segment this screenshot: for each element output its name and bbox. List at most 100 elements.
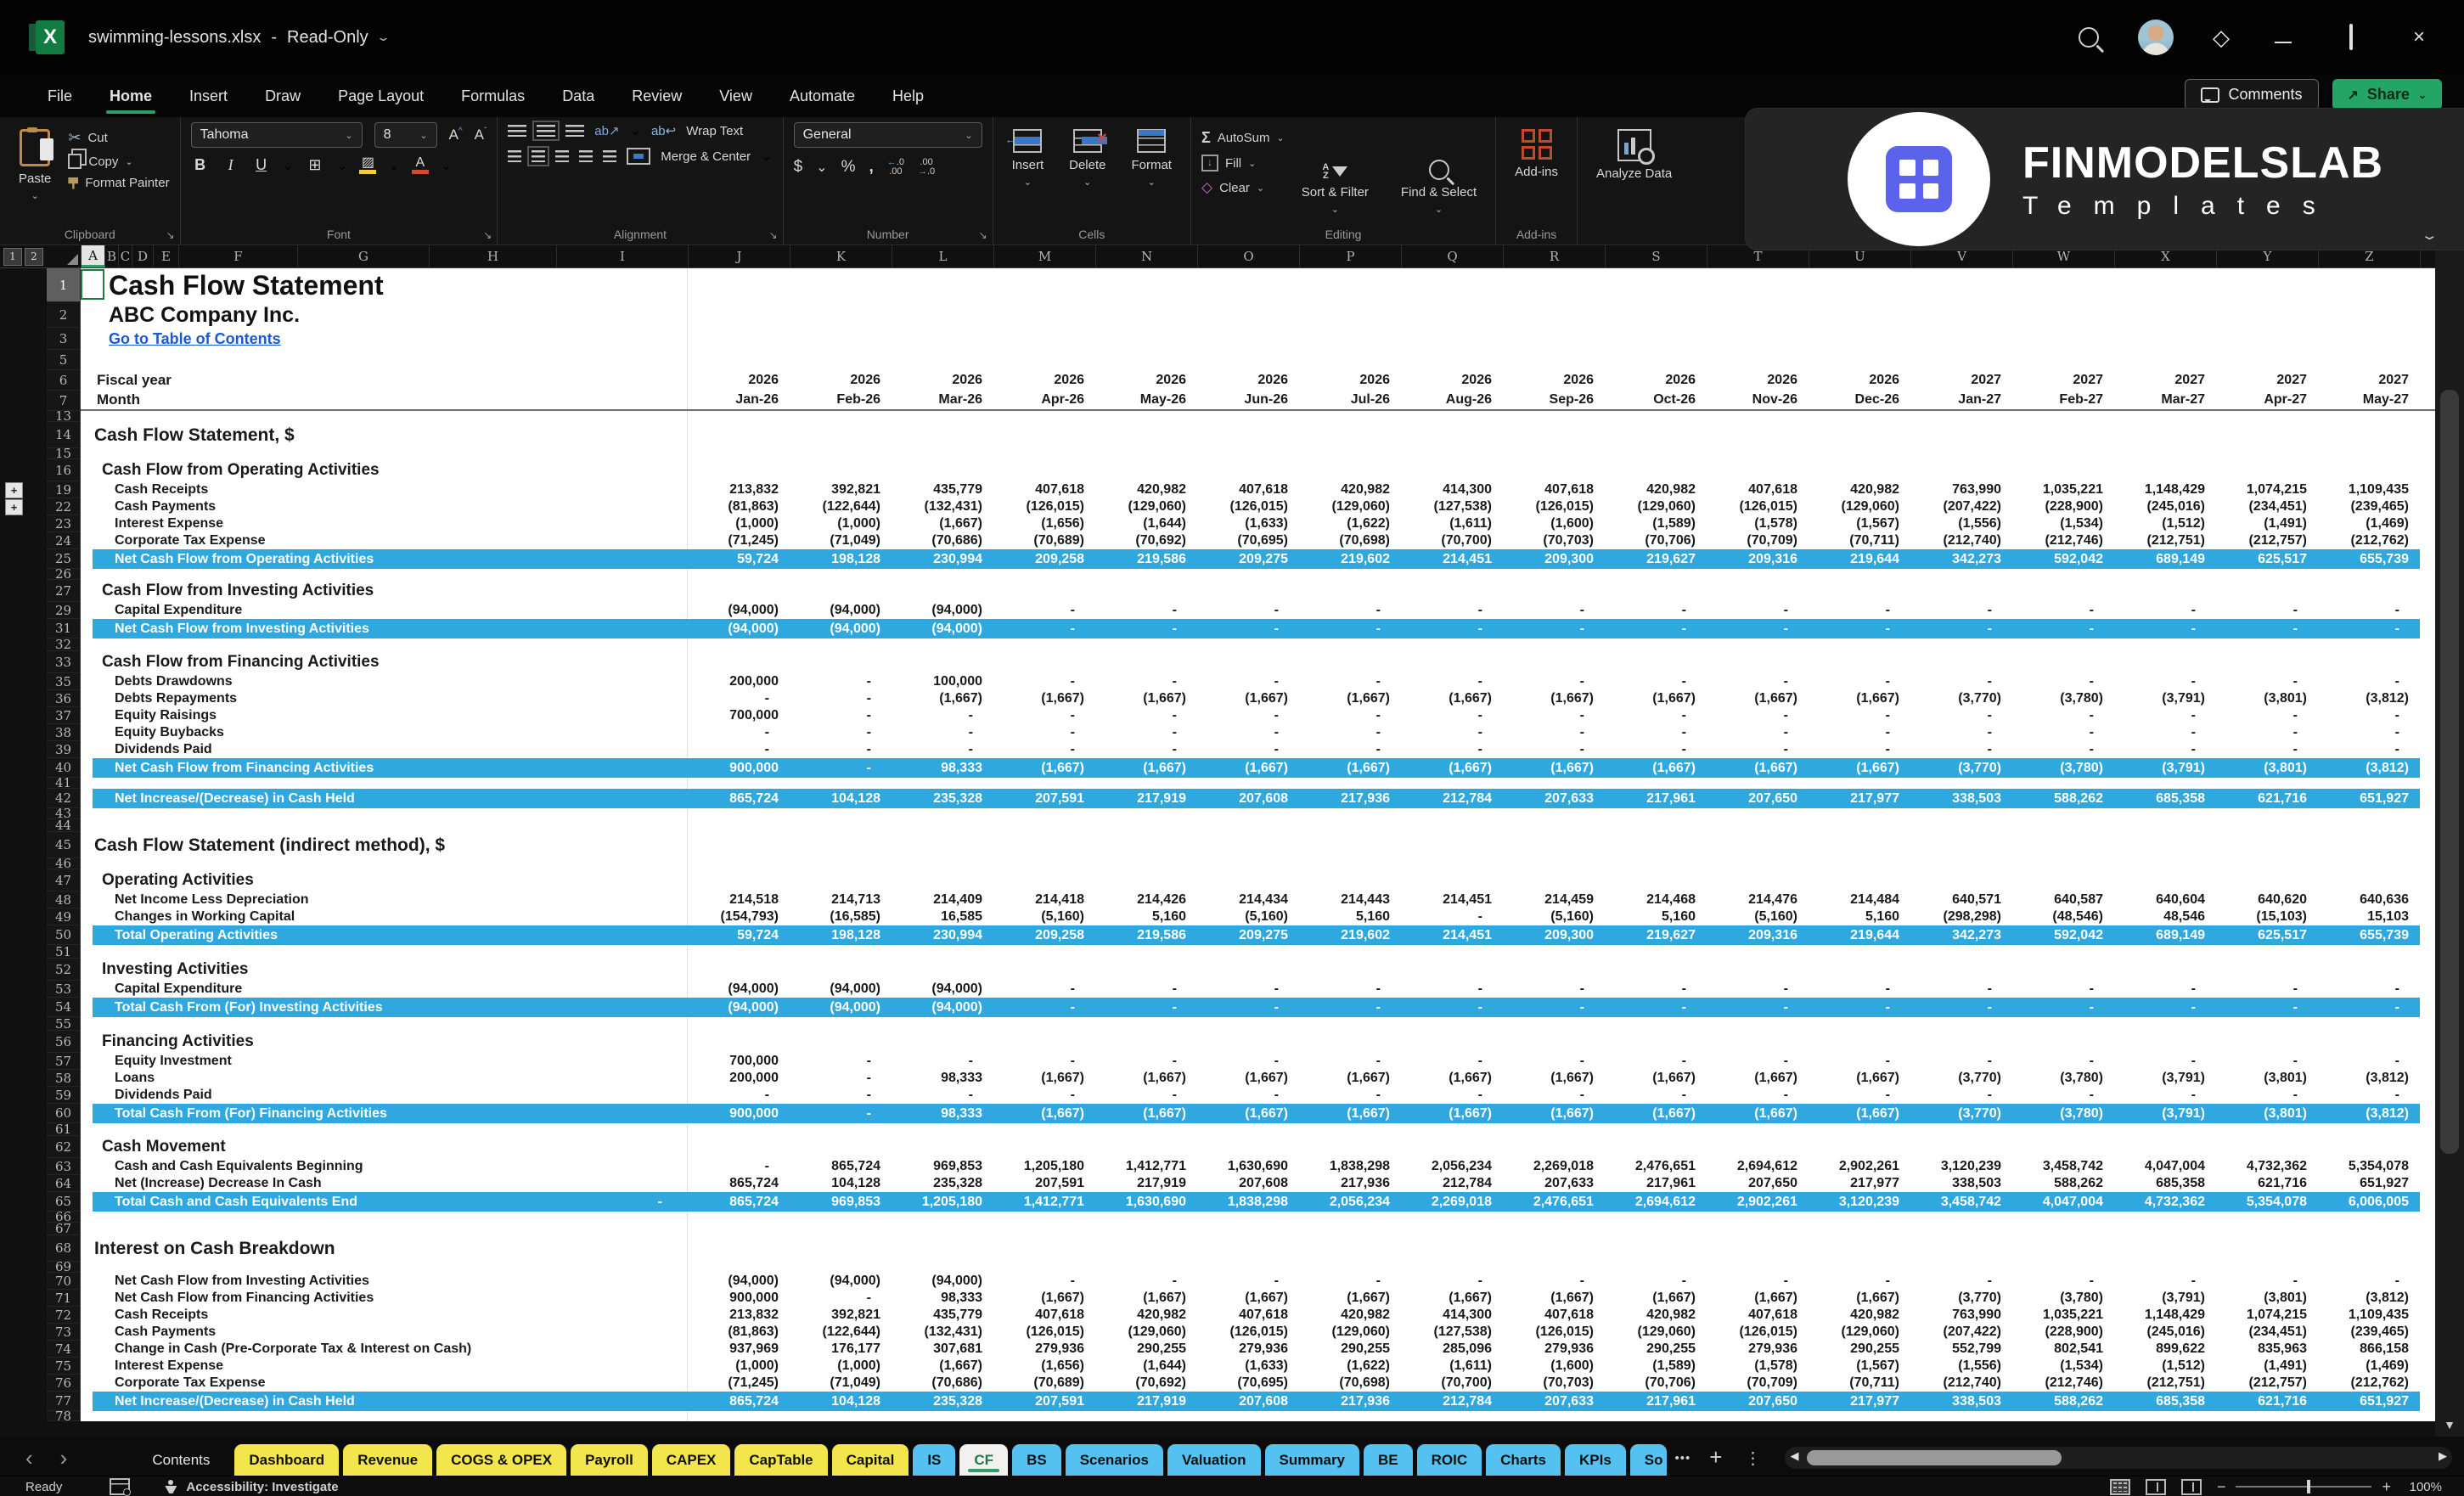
cell[interactable]: - [1197,1087,1299,1104]
sheet-tab-is[interactable]: IS [913,1444,955,1476]
cell[interactable]: 651,927 [2318,1392,2420,1411]
cell[interactable]: (1,644) [1095,1358,1197,1375]
cell[interactable]: 200,000 [688,673,790,690]
cell[interactable]: - [2114,981,2216,998]
cell[interactable]: 104,128 [790,1392,892,1411]
cell[interactable]: - [993,1087,1095,1104]
dialog-launcher-icon[interactable]: ↘ [769,229,778,241]
cell[interactable]: - [1503,1087,1605,1104]
cell[interactable]: 640,604 [2114,891,2216,908]
cell[interactable]: 217,936 [1299,789,1401,808]
cell[interactable]: - [790,1070,892,1087]
cell[interactable]: 685,358 [2114,789,2216,808]
accessibility-icon[interactable] [164,1480,177,1493]
scroll-right-icon[interactable]: ▶ [2439,1449,2447,1463]
row-header-73[interactable]: 73 [47,1324,81,1341]
cell[interactable]: (3,812) [2318,1070,2420,1087]
horizontal-scrollbar[interactable]: ◀ ▶ [1785,1447,2452,1469]
cell[interactable]: 214,451 [1401,549,1503,569]
cell[interactable]: - [1605,998,1707,1017]
row-header-71[interactable]: 71 [47,1290,81,1307]
cell[interactable]: (1,667) [1809,1290,1910,1307]
cell[interactable]: 207,591 [993,1392,1095,1411]
cell[interactable]: - [1910,707,2012,724]
row-header-53[interactable]: 53 [47,981,81,998]
cell[interactable]: - [1299,707,1401,724]
cell[interactable]: - [2012,998,2114,1017]
addins-button[interactable]: Add-ins [1506,126,1567,222]
restore-button[interactable] [2337,25,2366,49]
cell[interactable]: 407,618 [1503,481,1605,498]
sheet-tab-be[interactable]: BE [1364,1444,1413,1476]
increase-font-icon[interactable]: A^ [449,127,463,143]
cell[interactable]: - [1707,673,1809,690]
scroll-down-icon[interactable]: ▼ [2435,1418,2464,1431]
cell[interactable]: - [2318,724,2420,741]
cell[interactable]: 3,458,742 [2012,1158,2114,1175]
row-header-67[interactable]: 67 [47,1223,81,1235]
cell[interactable]: 98,333 [892,1104,993,1123]
cell[interactable]: - [2216,1053,2318,1070]
cell[interactable]: 407,618 [993,1307,1095,1324]
cell[interactable]: (3,791) [2114,690,2216,707]
row-header-72[interactable]: 72 [47,1307,81,1324]
cell[interactable]: 2026 [892,370,993,391]
align-bottom-icon[interactable] [565,125,584,137]
merge-center-button[interactable]: Merge & Center [661,149,751,164]
cell[interactable]: 214,451 [1401,891,1503,908]
cell[interactable]: (71,049) [790,532,892,549]
cell[interactable]: - [1605,724,1707,741]
cell[interactable]: 651,927 [2318,1175,2420,1192]
fill-button[interactable]: ↓ Fill ⌄ [1201,155,1285,172]
row-header-75[interactable]: 75 [47,1358,81,1375]
cell[interactable]: 209,300 [1503,925,1605,945]
cell[interactable]: (127,538) [1401,1324,1503,1341]
cell[interactable]: 209,300 [1503,549,1605,569]
cell[interactable]: 685,358 [2114,1175,2216,1192]
cell[interactable]: (15,103) [2216,908,2318,925]
cell[interactable]: (1,589) [1605,515,1707,532]
cell[interactable]: - [1707,1273,1809,1290]
cell[interactable]: 214,484 [1809,891,1910,908]
cell[interactable]: - [2114,1053,2216,1070]
cell[interactable]: 420,982 [1809,481,1910,498]
cell[interactable]: (70,709) [1707,532,1809,549]
row-header-2[interactable]: 2 [47,302,81,328]
format-painter-button[interactable]: Format Painter [68,176,169,190]
cell[interactable]: - [1197,673,1299,690]
cell[interactable]: (1,667) [1707,690,1809,707]
cell[interactable]: (239,465) [2318,498,2420,515]
row-header-74[interactable]: 74 [47,1341,81,1358]
cell[interactable]: (1,589) [1605,1358,1707,1375]
row-header-55[interactable]: 55 [47,1017,81,1031]
avatar[interactable] [2138,20,2174,55]
cell[interactable]: (70,709) [1707,1375,1809,1392]
cell[interactable]: 407,618 [1197,1307,1299,1324]
cell[interactable]: - [1197,1053,1299,1070]
cell[interactable]: - [2318,673,2420,690]
sheet-menu-icon[interactable]: ⋮ [1732,1448,1769,1476]
column-header-P[interactable]: P [1300,245,1402,267]
cell[interactable]: (1,667) [1707,1070,1809,1087]
cell[interactable]: (3,791) [2114,1070,2216,1087]
cell[interactable]: (1,667) [1605,1070,1707,1087]
scroll-left-icon[interactable]: ◀ [1790,1449,1798,1463]
cell[interactable]: (1,633) [1197,515,1299,532]
cell[interactable]: 899,622 [2114,1341,2216,1358]
cell[interactable]: (1,667) [1809,1070,1910,1087]
cell[interactable]: 2,902,261 [1707,1192,1809,1212]
cell[interactable]: (3,791) [2114,1290,2216,1307]
cell[interactable]: 212,784 [1401,1392,1503,1411]
row-header-14[interactable]: 14 [47,422,81,448]
cell[interactable]: - [1503,1273,1605,1290]
cell[interactable]: 420,982 [1299,1307,1401,1324]
cell[interactable]: (212,751) [2114,532,2216,549]
ribbon-tab-help[interactable]: Help [874,79,942,114]
cell[interactable]: (1,667) [1095,1290,1197,1307]
cell[interactable]: 2027 [2012,370,2114,391]
cell[interactable]: 279,936 [1197,1341,1299,1358]
column-header-N[interactable]: N [1096,245,1198,267]
cell[interactable]: - [1605,741,1707,758]
row-header-68[interactable]: 68 [47,1235,81,1262]
cell[interactable]: 16,585 [892,908,993,925]
